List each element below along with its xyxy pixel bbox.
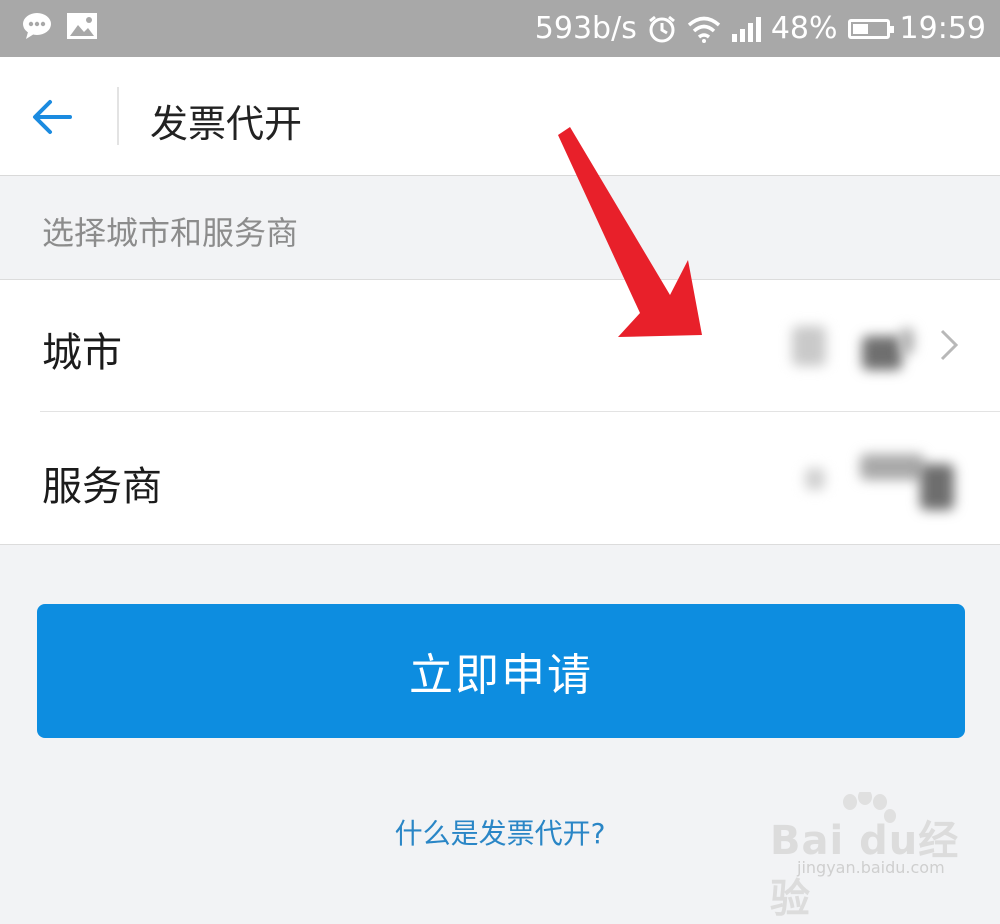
watermark-url: jingyan.baidu.com (797, 858, 945, 877)
battery-icon (847, 18, 894, 39)
clock: 19:59 (899, 11, 986, 46)
arrow-left-icon (33, 100, 72, 134)
back-button[interactable] (30, 95, 90, 139)
apply-button[interactable]: 立即申请 (37, 604, 965, 738)
page-title: 发票代开 (150, 102, 303, 146)
signal-icon (731, 16, 761, 42)
annotation-arrow-icon (558, 127, 702, 337)
network-speed: 593b/s (534, 11, 637, 46)
city-label: 城市 (42, 330, 122, 376)
chevron-right-icon (940, 329, 959, 361)
city-row[interactable]: 城市 (0, 280, 1000, 412)
battery-percent: 48% (770, 11, 838, 46)
wifi-icon (687, 16, 720, 43)
provider-label: 服务商 (42, 464, 162, 510)
selection-list: 城市 服务商 (0, 279, 1000, 545)
provider-row[interactable]: 服务商 (0, 412, 1000, 544)
section-label: 选择城市和服务商 (42, 214, 299, 252)
alarm-icon (648, 15, 675, 42)
chat-icon (23, 13, 51, 39)
header-divider (117, 87, 119, 145)
battery-fill (852, 23, 868, 34)
status-bar: 593b/s 48% 19:59 (0, 0, 1000, 57)
app-header: 发票代开 (0, 57, 1000, 176)
status-bar-left (22, 12, 98, 40)
status-bar-right: 593b/s 48% 19:59 (535, 0, 986, 57)
image-icon (67, 13, 97, 39)
